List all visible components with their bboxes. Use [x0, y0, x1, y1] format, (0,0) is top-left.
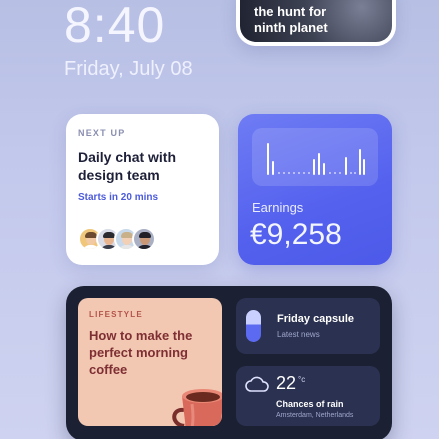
lifestyle-kicker: LIFESTYLE [89, 310, 143, 319]
weather-temperature: 22 [276, 373, 297, 393]
earnings-widget[interactable]: Earnings €9,258 [238, 114, 392, 265]
planet-widget[interactable]: the hunt for ninth planet [236, 0, 396, 46]
capsule-subtitle: Latest news [277, 330, 320, 339]
meeting-time: Starts in 20 mins [78, 192, 159, 203]
meeting-title: Daily chat with design team [78, 149, 177, 183]
earnings-label: Earnings [252, 200, 304, 215]
planet-title-line1: the hunt for [254, 4, 327, 19]
coffee-cup-icon [162, 374, 222, 426]
avatar[interactable] [132, 227, 156, 251]
capsule-icon [246, 310, 261, 342]
meeting-widget[interactable]: NEXT UP Daily chat with design team Star… [66, 114, 219, 265]
weather-unit: °c [298, 375, 306, 384]
attendee-avatars [78, 227, 156, 251]
earnings-value: €9,258 [250, 218, 342, 251]
lock-date: Friday, July 08 [64, 58, 193, 80]
lifestyle-title: How to make the perfect morning coffee [89, 328, 193, 377]
planet-title-line2: ninth planet [254, 20, 328, 35]
earnings-sparkline [252, 128, 378, 186]
weather-condition: Chances of rain [276, 399, 344, 409]
cloud-icon [244, 374, 270, 399]
weather-widget[interactable]: 22 °c Chances of rain Amsterdam, Netherl… [236, 366, 380, 426]
capsule-title: Friday capsule [277, 313, 355, 325]
weather-location: Amsterdam, Netherlands [276, 412, 354, 419]
meeting-kicker: NEXT UP [78, 128, 126, 138]
lifestyle-widget[interactable]: LIFESTYLE How to make the perfect mornin… [78, 298, 222, 426]
lock-time: 8:40 [64, 0, 166, 53]
planet-image: the hunt for ninth planet [240, 0, 392, 42]
capsule-widget[interactable]: Friday capsule Latest news [236, 298, 380, 354]
